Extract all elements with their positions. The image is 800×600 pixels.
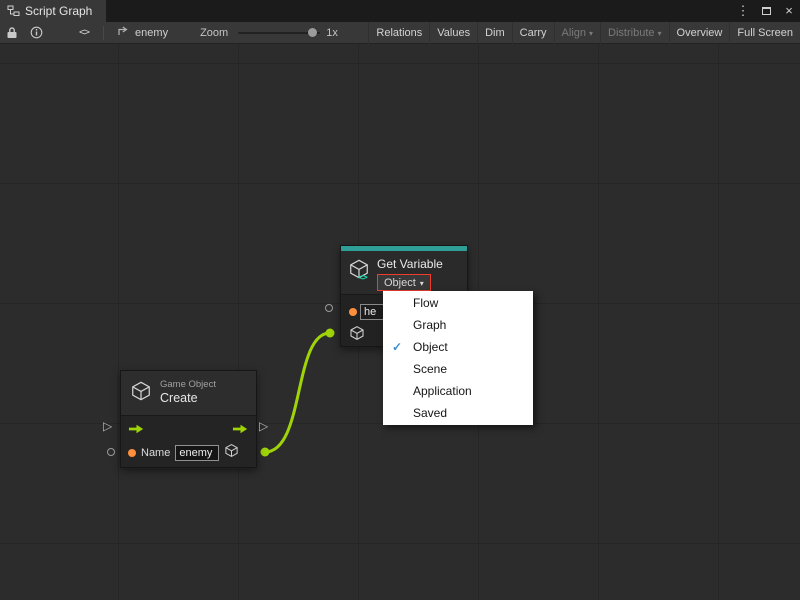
game-object-create-node[interactable]: Game Object Create Name enemy [120,370,257,468]
graph-toolbar: <> enemy Zoom 1x Relations Values Dim Ca… [0,22,800,44]
create-name-port[interactable] [107,448,115,456]
name-input-row: Name enemy [121,439,256,467]
node-title: Create [160,391,216,407]
values-button[interactable]: Values [429,22,477,44]
graph-asset-icon [118,26,130,39]
toolbar-separator [103,26,104,40]
chevron-down-icon: ▾ [658,23,662,45]
dim-button[interactable]: Dim [477,22,512,44]
flow-in-arrow-icon[interactable] [128,422,145,440]
node-type-label: Game Object [160,379,216,391]
maximize-icon[interactable] [759,0,773,22]
variable-scope-menu: Flow Graph ✓ Object Scene Application Sa… [383,291,533,425]
zoom-slider-handle[interactable] [308,28,317,37]
menu-item-graph[interactable]: Graph [383,314,533,336]
menu-item-application[interactable]: Application [383,380,533,402]
create-node-titles: Game Object Create [160,379,216,407]
zoom-value: 1x [326,27,338,39]
toolbar-buttons: Relations Values Dim Carry Align▾ Distri… [368,22,800,44]
tab-label: Script Graph [25,4,92,18]
create-node-header: Game Object Create [121,371,256,415]
close-icon[interactable]: × [782,0,796,22]
game-object-cube-icon [130,380,152,407]
get-variable-header: <> Get Variable Object ▾ [341,251,467,294]
check-icon: ✓ [392,336,402,358]
chevron-down-icon: ▾ [589,23,593,45]
node-title: Get Variable [377,257,443,271]
title-bar: Script Graph ⋮ × [0,0,800,22]
flow-ports-row [121,415,256,439]
chevron-down-icon: ▾ [420,279,424,288]
object-port-cube-icon[interactable] [349,325,365,346]
graph-name: enemy [135,27,168,39]
get-variable-name-port[interactable] [325,304,333,312]
carry-button[interactable]: Carry [512,22,554,44]
name-label: Name [141,447,170,459]
flow-out-arrow-icon[interactable] [232,422,249,440]
window-controls: ⋮ × [736,0,796,22]
create-flow-in-port[interactable]: ▷ [103,420,112,432]
overview-button[interactable]: Overview [669,22,730,44]
menu-item-object[interactable]: ✓ Object [383,336,533,358]
code-view-icon[interactable]: <> [73,22,95,44]
name-port-dot[interactable] [128,449,136,457]
menu-item-flow[interactable]: Flow [383,292,533,314]
script-graph-window: Script Graph ⋮ × <> enemy Zoom 1x [0,0,800,600]
relations-button[interactable]: Relations [368,22,429,44]
breadcrumb[interactable]: enemy [112,26,174,39]
align-button: Align▾ [554,22,600,44]
graph-canvas[interactable]: <> Get Variable Object ▾ he [0,44,800,600]
name-port-dot[interactable] [349,308,357,316]
variable-scope-dropdown[interactable]: Object ▾ [377,274,431,291]
info-icon[interactable] [24,22,49,44]
script-graph-icon [7,5,20,17]
create-flow-out-port[interactable]: ▷ [259,420,268,432]
zoom-slider[interactable] [238,32,320,34]
menu-item-scene[interactable]: Scene [383,358,533,380]
output-cube-icon[interactable] [224,443,239,463]
distribute-button: Distribute▾ [600,22,668,44]
kebab-menu-icon[interactable]: ⋮ [736,0,750,22]
zoom-label: Zoom [200,27,228,39]
name-input-field[interactable]: enemy [175,445,219,461]
menu-item-saved[interactable]: Saved [383,402,533,424]
full-screen-button[interactable]: Full Screen [729,22,800,44]
code-badge-icon: <> [358,273,367,283]
lock-icon[interactable] [0,22,24,44]
tab-script-graph[interactable]: Script Graph [0,0,106,22]
